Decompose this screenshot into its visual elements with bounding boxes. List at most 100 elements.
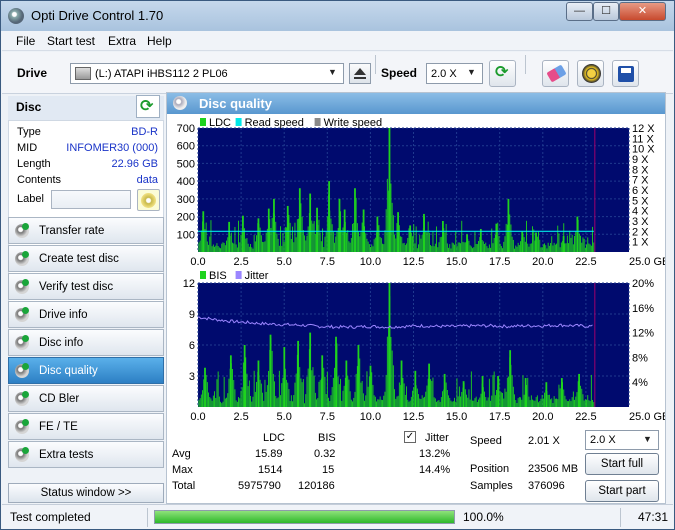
- minimize-button[interactable]: —: [566, 2, 593, 21]
- ldc-bar: [431, 246, 433, 252]
- bis-bar: [457, 396, 459, 407]
- x-tick-label: 17.5: [489, 411, 510, 423]
- max-jitter: 14.4%: [419, 464, 451, 476]
- drive-select-value: (L:) ATAPI iHBS112 2 PL06: [95, 68, 228, 80]
- x-tick-label: 2.5: [233, 411, 248, 423]
- x-tick-label: 2.5: [233, 256, 248, 266]
- ldc-bar: [341, 230, 343, 252]
- ldc-peak-bar: [257, 218, 260, 252]
- save-button[interactable]: [612, 60, 639, 87]
- ldc-bar: [509, 214, 511, 252]
- bis-bar: [341, 400, 343, 407]
- ldc-bar: [440, 236, 442, 252]
- nav-item-create-test-disc[interactable]: Create test disc: [8, 245, 164, 272]
- nav-item-disc-quality[interactable]: Disc quality: [8, 357, 164, 384]
- disc-label-input[interactable]: [51, 190, 131, 209]
- bis-bar: [412, 390, 413, 407]
- disc-label-button[interactable]: [137, 189, 160, 211]
- ldc-bar: [554, 244, 556, 252]
- bis-bar: [485, 397, 487, 407]
- bis-bar: [529, 400, 531, 407]
- bis-bar: [508, 376, 509, 407]
- ldc-bar: [311, 220, 313, 252]
- bis-bar: [392, 365, 394, 407]
- bis-bar: [372, 384, 374, 407]
- ldc-bar: [493, 237, 495, 252]
- bis-bar: [554, 398, 556, 407]
- ldc-bar: [373, 239, 375, 252]
- refresh-speed-button[interactable]: ⟳: [489, 60, 516, 87]
- ldc-chart: 0.0 2.5 5.0 7.5 10.0 12.5 15.0 17.5 20.0 22.5 25.0…: [177, 117, 665, 266]
- jitter-checkbox[interactable]: ✓: [404, 431, 416, 443]
- ldc-bar: [335, 236, 337, 252]
- bis-bar: [228, 378, 230, 407]
- bis-bar: [592, 399, 593, 407]
- menu-file[interactable]: File: [16, 34, 35, 48]
- menu-help[interactable]: Help: [147, 34, 172, 48]
- ldc-peak-bar: [316, 207, 318, 252]
- samples-label: Samples: [470, 480, 513, 492]
- maximize-button[interactable]: ☐: [593, 2, 619, 21]
- ldc-bar: [256, 235, 257, 252]
- ldc-bar: [450, 248, 452, 252]
- ldc-bar: [412, 236, 413, 252]
- ldc-bar: [307, 226, 309, 252]
- nav-item-fe-te[interactable]: FE / TE: [8, 413, 164, 440]
- ldc-bar: [460, 243, 461, 252]
- bis-bar: [570, 401, 572, 407]
- ldc-bar: [488, 244, 490, 252]
- start-full-button[interactable]: Start full: [585, 453, 659, 475]
- nav-item-verify-test-disc[interactable]: Verify test disc: [8, 273, 164, 300]
- nav-item-cd-bler[interactable]: CD Bler: [8, 385, 164, 412]
- ldc-bar: [526, 220, 527, 252]
- ldc-bar: [572, 244, 574, 252]
- ldc-peak-bar: [423, 213, 425, 252]
- ldc-bar: [232, 242, 233, 252]
- bis-bar: [418, 394, 419, 407]
- ldc-bar: [528, 246, 530, 252]
- test-speed-select[interactable]: 2.0 X ▼: [585, 430, 659, 450]
- bis-bar: [402, 377, 404, 407]
- speed-select-value: 2.0 X: [431, 68, 457, 80]
- bis-bar: [250, 395, 251, 407]
- nav-item-drive-info[interactable]: Drive info: [8, 301, 164, 328]
- ldc-bar: [319, 232, 321, 252]
- x-tick-label: 7.5: [320, 256, 335, 266]
- ldc-bar: [532, 226, 533, 252]
- ldc-peak-bar: [388, 128, 391, 252]
- drive-label: Drive: [17, 66, 48, 80]
- erase-button[interactable]: [542, 60, 569, 87]
- ldc-bar: [524, 241, 526, 252]
- disc-refresh-button[interactable]: ⟳: [136, 95, 160, 118]
- total-label: Total: [172, 480, 196, 492]
- close-button[interactable]: ✕: [619, 2, 666, 21]
- x-tick-label: 17.5: [489, 256, 510, 266]
- eject-button[interactable]: [349, 63, 371, 84]
- legend-swatch: [235, 118, 242, 126]
- col-ldc-header: LDC: [263, 432, 286, 444]
- ldc-bar: [331, 224, 333, 252]
- ldc-bar: [414, 243, 416, 252]
- menu-extra[interactable]: Extra: [108, 34, 136, 48]
- nav-item-transfer-rate[interactable]: Transfer rate: [8, 217, 164, 244]
- bis-bar: [542, 398, 544, 407]
- status-window-button[interactable]: Status window >>: [8, 483, 164, 503]
- menu-start-test[interactable]: Start test: [47, 34, 95, 48]
- bis-bar: [488, 378, 490, 407]
- ldc-bar: [578, 233, 580, 252]
- ldc-peak-bar: [495, 223, 498, 252]
- ldc-bar: [248, 246, 250, 252]
- bis-bar: [323, 367, 325, 407]
- drive-select[interactable]: (L:) ATAPI iHBS112 2 PL06 ▼: [70, 63, 344, 84]
- bis-bar: [216, 379, 218, 407]
- nav-item-extra-tests[interactable]: Extra tests: [8, 441, 164, 468]
- start-part-button[interactable]: Start part: [585, 480, 659, 502]
- bis-peak-bar: [428, 363, 431, 407]
- ldc-bar: [427, 221, 429, 252]
- nav-item-disc-info[interactable]: Disc info: [8, 329, 164, 356]
- settings-button[interactable]: [577, 60, 604, 87]
- speed-select[interactable]: 2.0 X ▼: [426, 63, 483, 84]
- bis-bar: [436, 401, 437, 407]
- ldc-bar: [347, 230, 349, 252]
- bis-peak-bar: [297, 340, 299, 407]
